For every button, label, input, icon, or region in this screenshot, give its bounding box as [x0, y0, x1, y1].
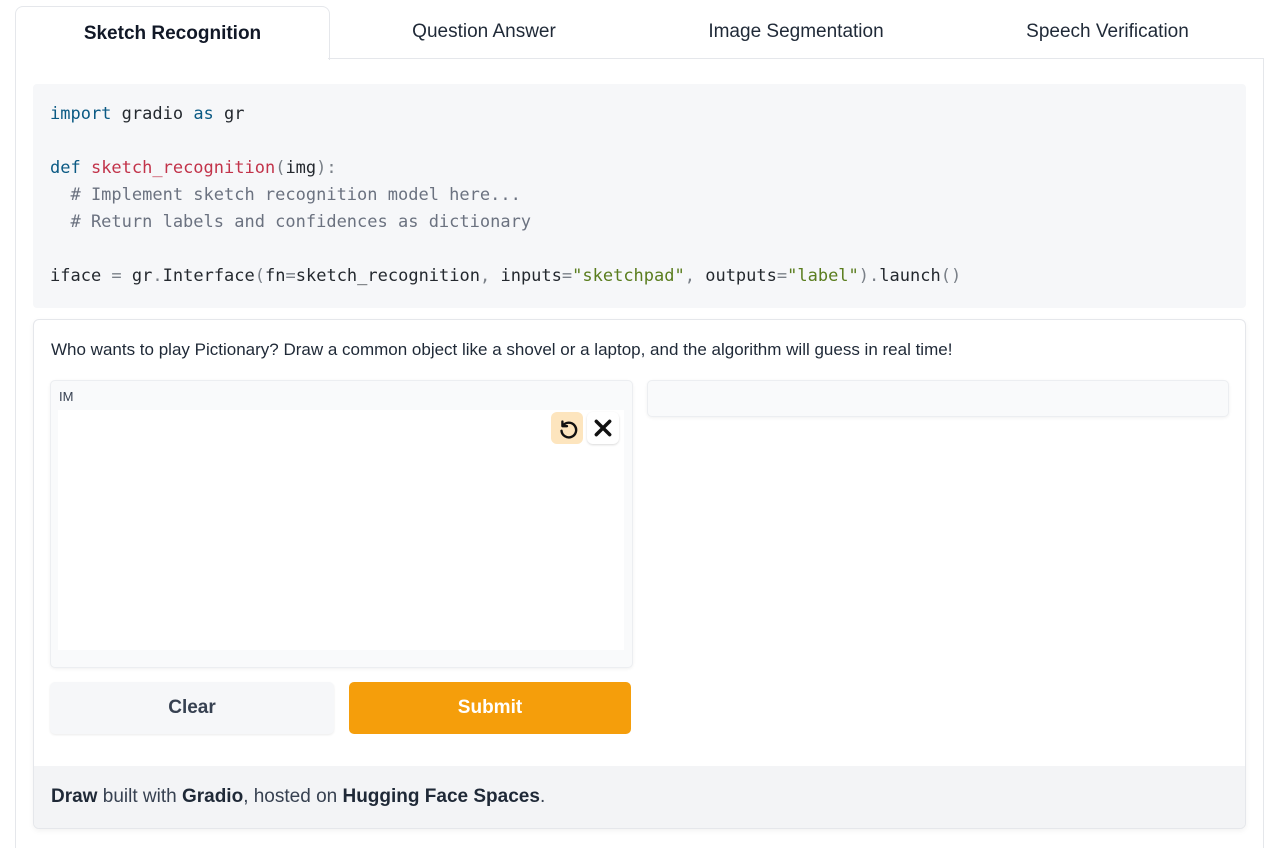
tab-question-answer[interactable]: Question Answer	[328, 6, 640, 58]
sketchpad-input: IM	[50, 380, 633, 668]
code-block: import gradio as gr def sketch_recogniti…	[33, 84, 1246, 308]
tab-bar: Sketch Recognition Question Answer Image…	[15, 6, 1263, 60]
clear-canvas-button[interactable]	[587, 412, 619, 444]
code-line-1: import gradio as gr	[50, 104, 245, 124]
code-line-5: iface = gr.Interface(fn=sketch_recogniti…	[50, 266, 962, 286]
label-output	[647, 380, 1229, 417]
gradio-link[interactable]: Gradio	[182, 786, 243, 807]
sketch-canvas[interactable]	[58, 410, 624, 650]
undo-icon	[560, 420, 578, 439]
footer: Draw built with Gradio, hosted on Huggin…	[34, 766, 1245, 828]
code-line-3: # Implement sketch recognition model her…	[50, 185, 521, 205]
footer-title: Draw	[51, 786, 98, 807]
submit-button[interactable]: Submit	[349, 682, 631, 734]
tab-speech-verification[interactable]: Speech Verification	[952, 6, 1263, 58]
demo-description: Who wants to play Pictionary? Draw a com…	[51, 340, 953, 359]
demo-card: Who wants to play Pictionary? Draw a com…	[33, 319, 1246, 829]
close-icon	[594, 419, 612, 437]
code-line-4: # Return labels and confidences as dicti…	[50, 212, 532, 232]
tab-sketch-recognition[interactable]: Sketch Recognition	[15, 6, 330, 60]
tab-image-segmentation[interactable]: Image Segmentation	[640, 6, 952, 58]
code-line-2: def sketch_recognition(img):	[50, 158, 337, 178]
footer-text: Draw built with Gradio, hosted on Huggin…	[51, 786, 546, 807]
input-label: IM	[59, 389, 74, 404]
hugging-face-link[interactable]: Hugging Face Spaces	[342, 786, 539, 807]
clear-button[interactable]: Clear	[50, 682, 334, 734]
undo-button[interactable]	[551, 412, 583, 444]
